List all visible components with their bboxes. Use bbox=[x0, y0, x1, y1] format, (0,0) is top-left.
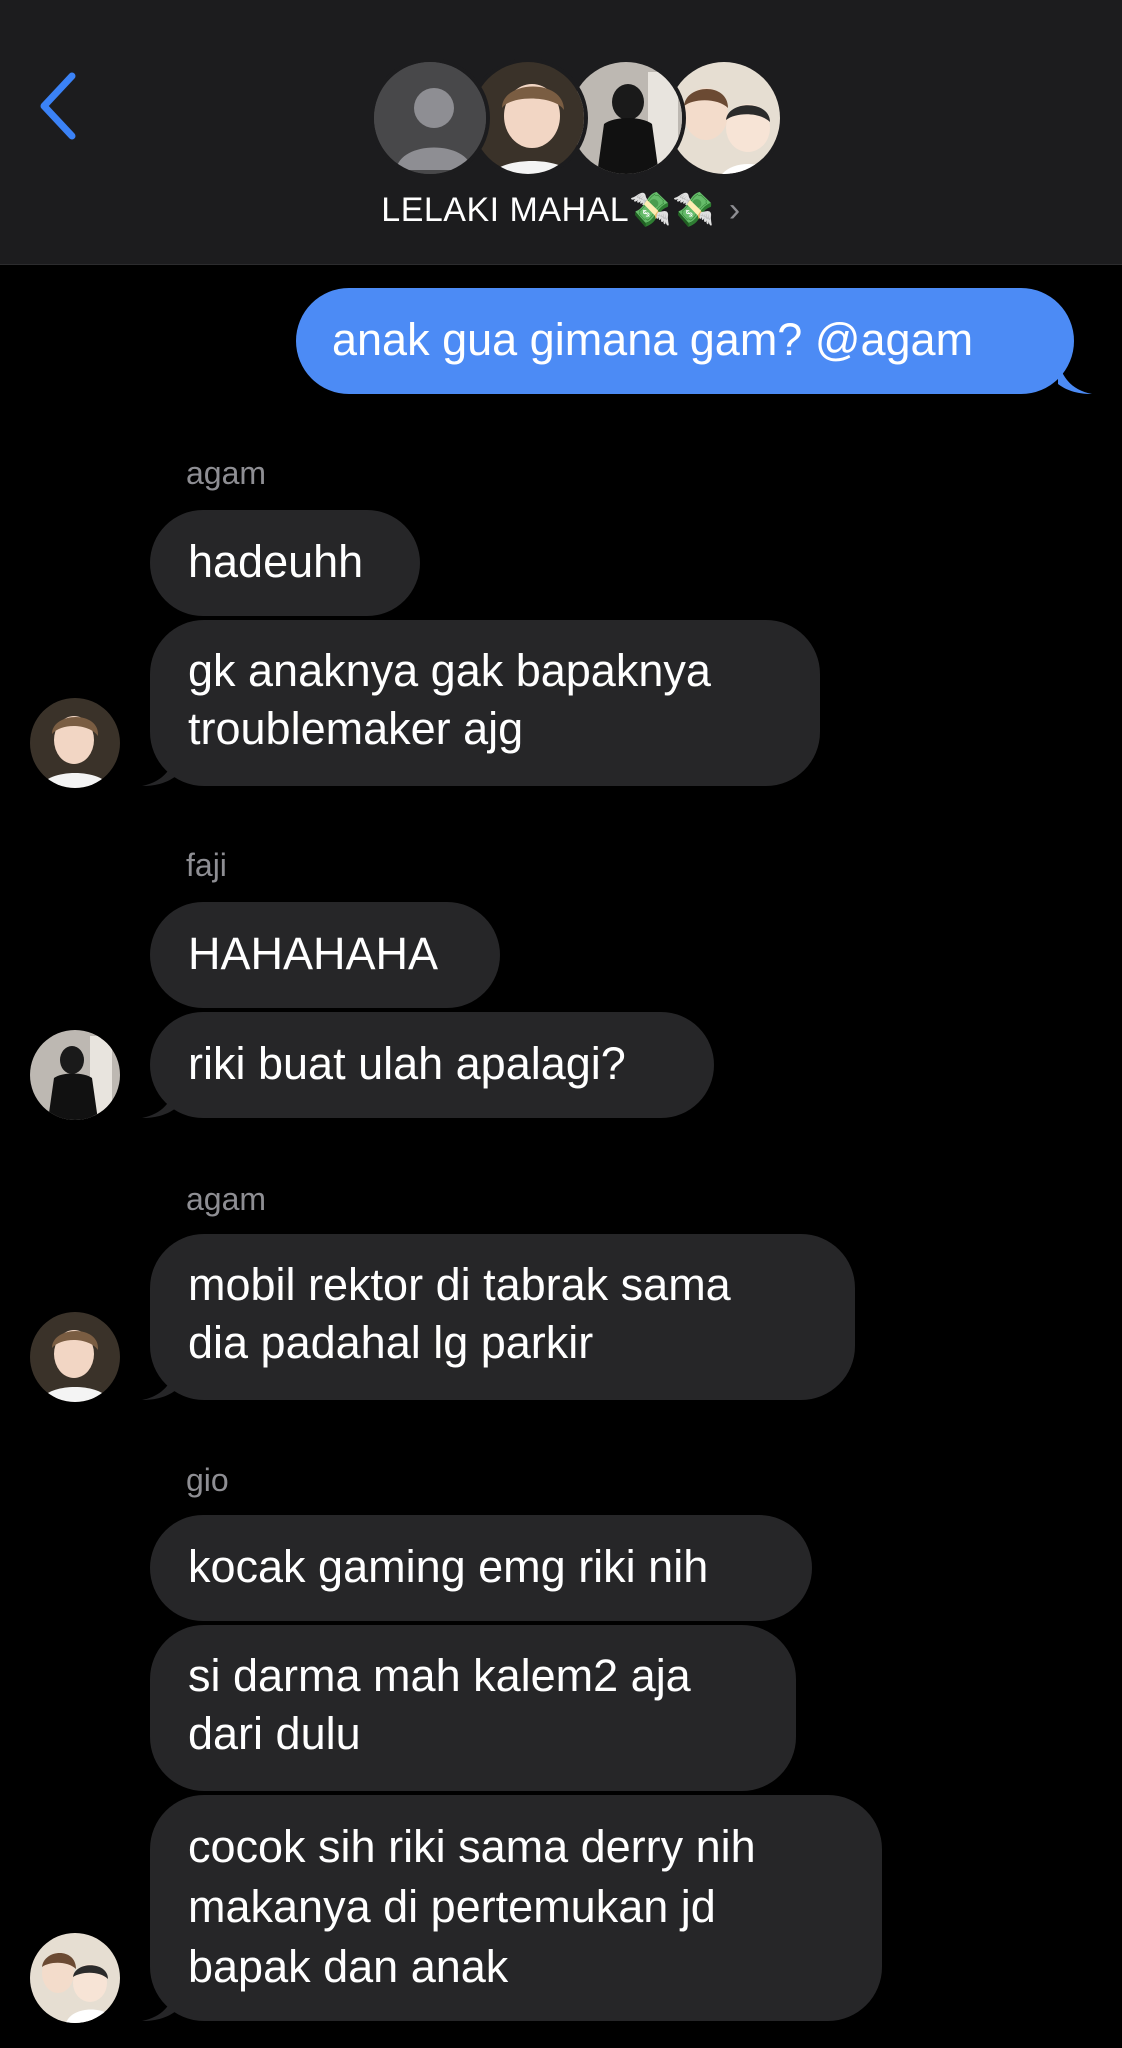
bubble-tail bbox=[142, 1366, 176, 1400]
bubble-tail bbox=[142, 1084, 176, 1118]
message-line: gk anaknya gak bapaknya bbox=[188, 645, 711, 696]
message-line: cocok sih riki sama derry nih bbox=[188, 1821, 756, 1872]
message-text: kocak gaming emg riki nih bbox=[188, 1541, 709, 1592]
incoming-message[interactable]: cocok sih riki sama derry nih makanya di… bbox=[150, 1795, 882, 2021]
sender-name: agam bbox=[186, 1181, 267, 1217]
incoming-message[interactable]: riki buat ulah apalagi? bbox=[150, 1012, 714, 1118]
sender-name: gio bbox=[186, 1462, 229, 1498]
message-line: dia padahal lg parkir bbox=[188, 1317, 594, 1368]
group-title-text: LELAKI MAHAL bbox=[381, 191, 630, 229]
message-text: anak gua gimana gam? @agam bbox=[332, 314, 974, 365]
message-line: troublemaker ajg bbox=[188, 703, 524, 754]
group-name[interactable]: LELAKI MAHAL💸💸 › bbox=[0, 190, 1122, 230]
group-avatars[interactable] bbox=[370, 58, 784, 178]
chevron-right-icon: › bbox=[728, 191, 741, 229]
money-wings-icon: 💸💸 bbox=[629, 191, 715, 229]
sender-avatar[interactable] bbox=[30, 1312, 120, 1402]
sender-avatar[interactable] bbox=[30, 1030, 120, 1120]
bubble-tail bbox=[142, 752, 176, 786]
sender-avatar[interactable] bbox=[30, 698, 120, 788]
chevron-left-icon bbox=[40, 72, 76, 140]
message-text: riki buat ulah apalagi? bbox=[188, 1038, 626, 1089]
bubble-tail bbox=[1058, 360, 1092, 394]
incoming-message[interactable]: hadeuhh bbox=[150, 510, 420, 616]
chat-header: LELAKI MAHAL💸💸 › bbox=[0, 0, 1122, 265]
message-text: hadeuhh bbox=[188, 536, 364, 587]
message-line: bapak dan anak bbox=[188, 1941, 509, 1992]
sender-name: faji bbox=[186, 847, 227, 883]
bubble-tail bbox=[142, 1987, 176, 2021]
message-text: HAHAHAHA bbox=[188, 928, 439, 979]
incoming-message[interactable]: gk anaknya gak bapaknya troublemaker ajg bbox=[150, 620, 820, 786]
sender-avatar[interactable] bbox=[30, 1933, 120, 2023]
back-button[interactable] bbox=[34, 70, 84, 140]
incoming-message[interactable]: mobil rektor di tabrak sama dia padahal … bbox=[150, 1234, 855, 1400]
default-avatar-icon bbox=[370, 58, 490, 178]
incoming-message[interactable]: si darma mah kalem2 aja dari dulu bbox=[150, 1625, 796, 1791]
message-line: makanya di pertemukan jd bbox=[188, 1881, 716, 1932]
outgoing-message[interactable]: anak gua gimana gam? @agam bbox=[296, 288, 1074, 394]
incoming-message[interactable]: kocak gaming emg riki nih bbox=[150, 1515, 812, 1621]
incoming-message[interactable]: HAHAHAHA bbox=[150, 902, 500, 1008]
message-line: dari dulu bbox=[188, 1708, 361, 1759]
message-line: si darma mah kalem2 aja bbox=[188, 1650, 691, 1701]
message-line: mobil rektor di tabrak sama bbox=[188, 1259, 731, 1310]
sender-name: agam bbox=[186, 455, 267, 491]
